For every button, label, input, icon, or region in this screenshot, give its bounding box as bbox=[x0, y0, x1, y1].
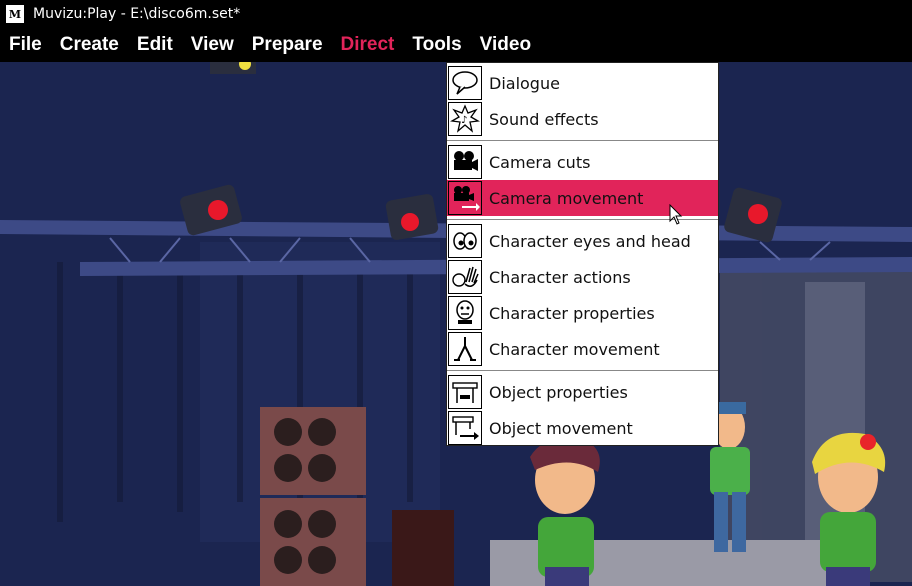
menu-item-label: Character eyes and head bbox=[489, 231, 691, 251]
menu-item-label: Dialogue bbox=[489, 73, 560, 93]
menu-tools[interactable]: Tools bbox=[403, 34, 470, 56]
menu-item-label: Object movement bbox=[489, 418, 633, 438]
app-logo-icon: M bbox=[6, 5, 24, 23]
waving-hand-icon bbox=[448, 260, 482, 294]
movie-camera-arrow-icon bbox=[448, 181, 482, 215]
menu-item-object-properties[interactable]: Object properties bbox=[447, 374, 718, 410]
menu-item-camera-cuts[interactable]: Camera cuts bbox=[447, 144, 718, 180]
object-arrow-icon bbox=[448, 411, 482, 445]
menu-bar: File Create Edit View Prepare Direct Too… bbox=[0, 28, 912, 62]
title-bar: M Muvizu:Play - E:\disco6m.set* bbox=[0, 0, 912, 28]
window-title: Muvizu:Play - E:\disco6m.set* bbox=[33, 6, 241, 22]
menu-view[interactable]: View bbox=[182, 34, 243, 56]
walking-legs-icon bbox=[448, 332, 482, 366]
direct-menu-dropdown: Dialogue ♪ Sound effects Camera cuts Cam… bbox=[446, 62, 719, 446]
menu-item-label: Character movement bbox=[489, 339, 660, 359]
menu-prepare[interactable]: Prepare bbox=[243, 34, 332, 56]
menu-item-label: Character actions bbox=[489, 267, 631, 287]
menu-item-label: Camera movement bbox=[489, 188, 644, 208]
menu-file[interactable]: File bbox=[0, 34, 51, 56]
menu-item-dialogue[interactable]: Dialogue bbox=[447, 65, 718, 101]
menu-create[interactable]: Create bbox=[51, 34, 128, 56]
object-slider-icon bbox=[448, 375, 482, 409]
menu-edit[interactable]: Edit bbox=[128, 34, 182, 56]
menu-separator bbox=[447, 140, 718, 141]
character-face-icon bbox=[448, 296, 482, 330]
menu-video[interactable]: Video bbox=[471, 34, 540, 56]
svg-text:♪: ♪ bbox=[461, 115, 467, 126]
eyes-icon bbox=[448, 224, 482, 258]
menu-item-label: Sound effects bbox=[489, 109, 599, 129]
speech-bubble-icon bbox=[448, 66, 482, 100]
menu-item-character-eyes-head[interactable]: Character eyes and head bbox=[447, 223, 718, 259]
menu-item-character-movement[interactable]: Character movement bbox=[447, 331, 718, 367]
movie-camera-icon bbox=[448, 145, 482, 179]
menu-item-character-properties[interactable]: Character properties bbox=[447, 295, 718, 331]
music-burst-icon: ♪ bbox=[448, 102, 482, 136]
menu-item-label: Object properties bbox=[489, 382, 628, 402]
menu-item-label: Character properties bbox=[489, 303, 655, 323]
menu-separator bbox=[447, 370, 718, 371]
menu-direct[interactable]: Direct bbox=[332, 34, 404, 56]
mouse-cursor-icon bbox=[669, 204, 683, 225]
menu-item-label: Camera cuts bbox=[489, 152, 591, 172]
menu-item-object-movement[interactable]: Object movement bbox=[447, 410, 718, 446]
menu-item-sound-effects[interactable]: ♪ Sound effects bbox=[447, 101, 718, 137]
menu-item-character-actions[interactable]: Character actions bbox=[447, 259, 718, 295]
